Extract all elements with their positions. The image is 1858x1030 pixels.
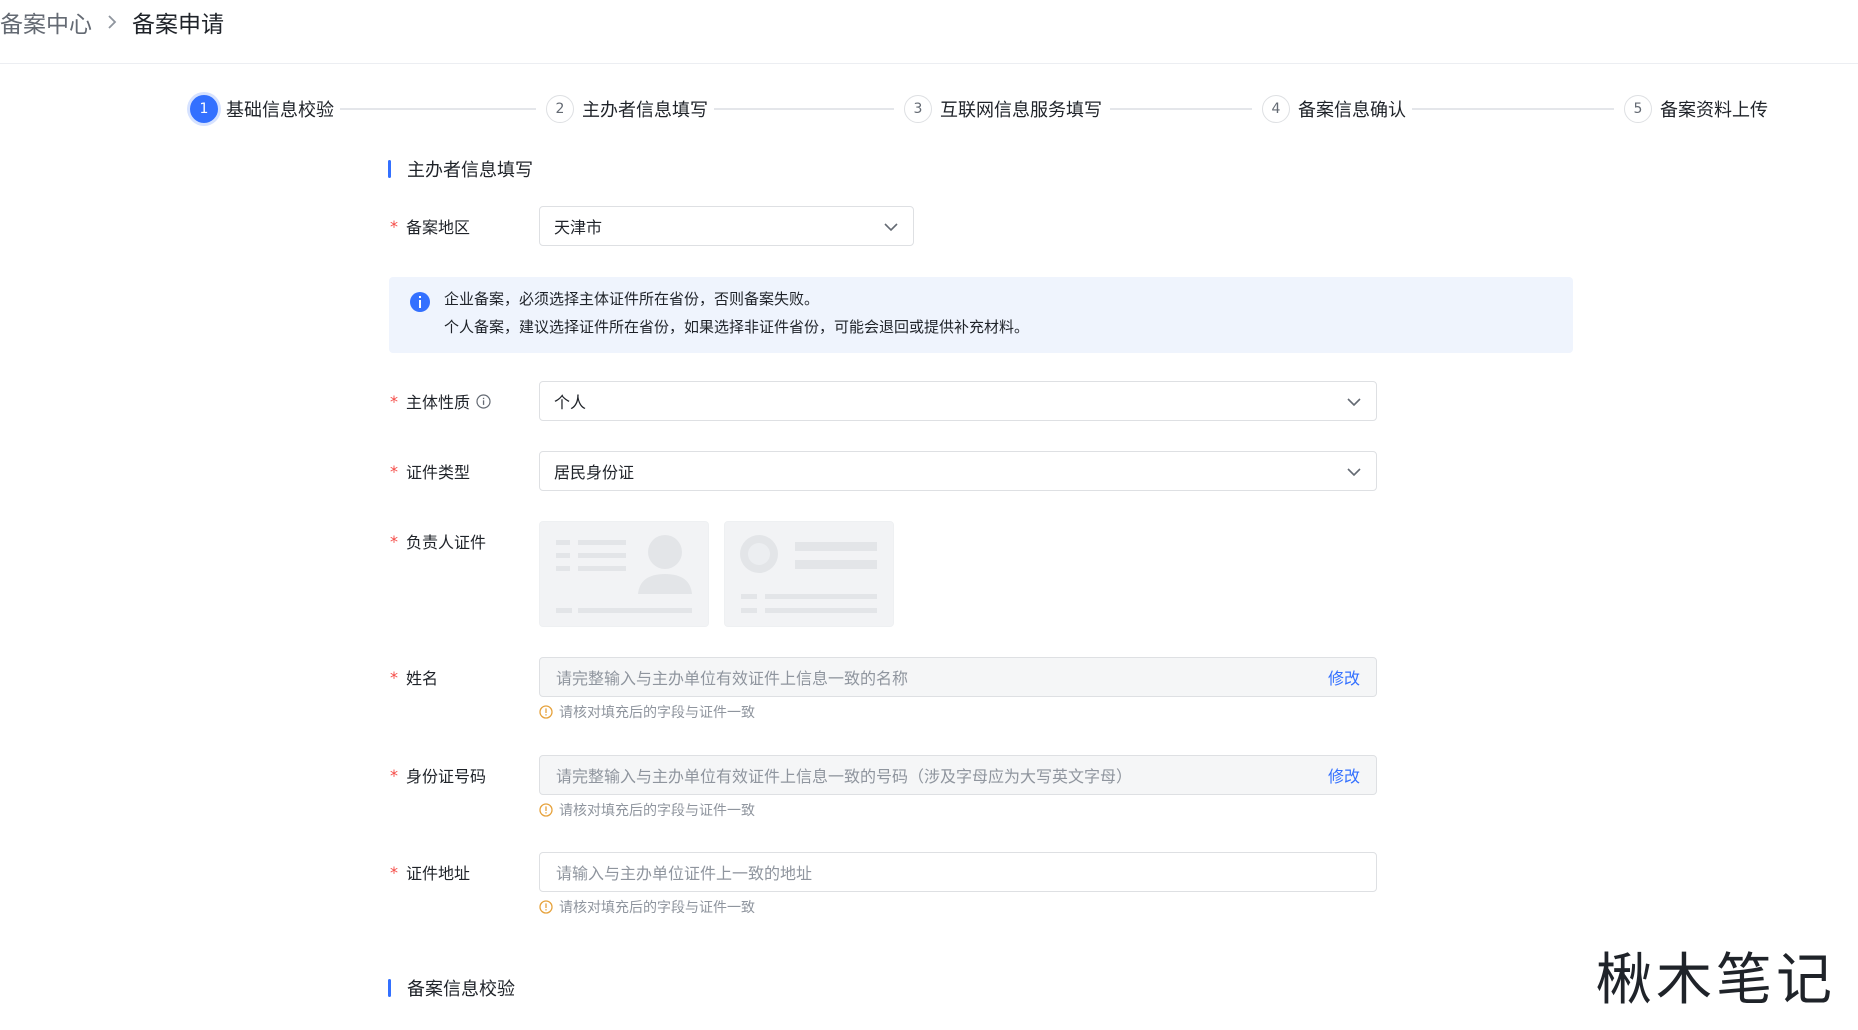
address-hint: 请核对填充后的字段与证件一致 [539, 897, 755, 917]
notice-line-enterprise: 企业备案，必须选择主体证件所在省份，否则备案失败。 [444, 290, 820, 308]
required-mark: * [390, 531, 398, 551]
step-connector [1412, 108, 1614, 110]
step-indicator: 1 基础信息校验 2 主办者信息填写 3 互联网信息服务填写 4 备案信息确认 … [190, 92, 1768, 126]
chevron-down-icon [1346, 462, 1362, 481]
section-title-filing-check: 备案信息校验 [388, 976, 515, 1000]
id-card-front-upload[interactable] [539, 521, 709, 627]
cert-type-label-text: 证件类型 [406, 463, 471, 482]
warning-circle-icon [539, 803, 553, 817]
region-notice: 企业备案，必须选择主体证件所在省份，否则备案失败。 个人备案，建议选择证件所在省… [389, 277, 1573, 353]
watermark: 楸木笔记 [1596, 948, 1836, 1013]
step-3[interactable]: 3 互联网信息服务填写 [904, 92, 1102, 126]
id-number-hint-text: 请核对填充后的字段与证件一致 [559, 803, 755, 819]
name-edit-link[interactable]: 修改 [1328, 665, 1360, 689]
info-circle-icon [409, 291, 431, 317]
id-card-label-text: 负责人证件 [406, 533, 487, 552]
required-mark: * [390, 862, 398, 882]
id-number-label-text: 身份证号码 [406, 767, 487, 786]
id-card-front-icon [556, 535, 692, 613]
cert-type-select-value: 居民身份证 [554, 463, 635, 482]
required-mark: * [390, 667, 398, 687]
section-accent-bar [388, 979, 391, 997]
step-number: 4 [1262, 95, 1290, 123]
top-bar: 备案中心 备案申请 [0, 0, 1858, 64]
chevron-right-icon [92, 14, 132, 30]
chevron-down-icon [1346, 392, 1362, 411]
breadcrumb-root-link[interactable]: 备案中心 [0, 5, 92, 39]
region-select-value: 天津市 [554, 218, 603, 237]
id-card-back-icon [740, 535, 877, 613]
step-5[interactable]: 5 备案资料上传 [1624, 92, 1768, 126]
region-select[interactable]: 天津市 [539, 206, 914, 246]
notice-line-personal: 个人备案，建议选择证件所在省份，如果选择非证件省份，可能会退回或提供补充材料。 [444, 318, 1030, 336]
section-title-text: 主办者信息填写 [407, 160, 533, 181]
address-input[interactable]: 请输入与主办单位证件上一致的地址 [539, 852, 1377, 892]
section-title-text: 备案信息校验 [407, 979, 515, 1000]
step-number: 2 [546, 95, 574, 123]
entity-select-value: 个人 [554, 393, 587, 412]
entity-label-text: 主体性质 [406, 393, 471, 412]
step-2[interactable]: 2 主办者信息填写 [546, 92, 708, 126]
name-hint-text: 请核对填充后的字段与证件一致 [559, 705, 755, 721]
warning-circle-icon [539, 900, 553, 914]
id-number-label: * 身份证号码 [390, 764, 487, 787]
address-hint-text: 请核对填充后的字段与证件一致 [559, 900, 755, 916]
id-number-hint: 请核对填充后的字段与证件一致 [539, 800, 755, 820]
breadcrumb: 备案中心 备案申请 [0, 6, 224, 38]
address-label: * 证件地址 [390, 861, 471, 884]
id-number-input-placeholder: 请完整输入与主办单位有效证件上信息一致的号码（涉及字母应为大写英文字母） [556, 767, 1133, 786]
id-number-input[interactable]: 请完整输入与主办单位有效证件上信息一致的号码（涉及字母应为大写英文字母） 修改 [539, 755, 1377, 795]
name-input[interactable]: 请完整输入与主办单位有效证件上信息一致的名称 修改 [539, 657, 1377, 697]
name-input-placeholder: 请完整输入与主办单位有效证件上信息一致的名称 [556, 669, 909, 688]
region-label-text: 备案地区 [406, 218, 471, 237]
id-card-back-upload[interactable] [724, 521, 894, 627]
cert-type-select[interactable]: 居民身份证 [539, 451, 1377, 491]
step-number: 5 [1624, 95, 1652, 123]
step-1[interactable]: 1 基础信息校验 [190, 92, 334, 126]
info-circle-icon[interactable] [476, 393, 491, 409]
step-label: 主办者信息填写 [582, 100, 708, 121]
chevron-down-icon [883, 217, 899, 236]
required-mark: * [390, 391, 398, 411]
step-connector [714, 108, 894, 110]
step-label: 备案资料上传 [1660, 100, 1768, 121]
section-accent-bar [388, 160, 391, 178]
section-title-sponsor: 主办者信息填写 [388, 157, 533, 181]
step-number: 3 [904, 95, 932, 123]
step-label: 基础信息校验 [226, 100, 334, 121]
breadcrumb-current: 备案申请 [132, 12, 224, 38]
required-mark: * [390, 461, 398, 481]
cert-type-label: * 证件类型 [390, 460, 471, 483]
address-label-text: 证件地址 [406, 864, 471, 883]
entity-select[interactable]: 个人 [539, 381, 1377, 421]
step-connector [340, 108, 536, 110]
step-label: 互联网信息服务填写 [940, 100, 1102, 121]
required-mark: * [390, 216, 398, 236]
address-input-placeholder: 请输入与主办单位证件上一致的地址 [556, 864, 813, 883]
region-label: * 备案地区 [390, 215, 471, 238]
id-number-edit-link[interactable]: 修改 [1328, 763, 1360, 787]
entity-label: * 主体性质 [390, 390, 491, 412]
warning-circle-icon [539, 705, 553, 719]
step-connector [1110, 108, 1252, 110]
step-label: 备案信息确认 [1298, 100, 1406, 121]
step-number: 1 [190, 95, 218, 123]
step-4[interactable]: 4 备案信息确认 [1262, 92, 1406, 126]
name-label: * 姓名 [390, 666, 439, 689]
required-mark: * [390, 765, 398, 785]
id-card-label: * 负责人证件 [390, 530, 487, 553]
name-label-text: 姓名 [406, 669, 439, 688]
name-hint: 请核对填充后的字段与证件一致 [539, 702, 755, 722]
